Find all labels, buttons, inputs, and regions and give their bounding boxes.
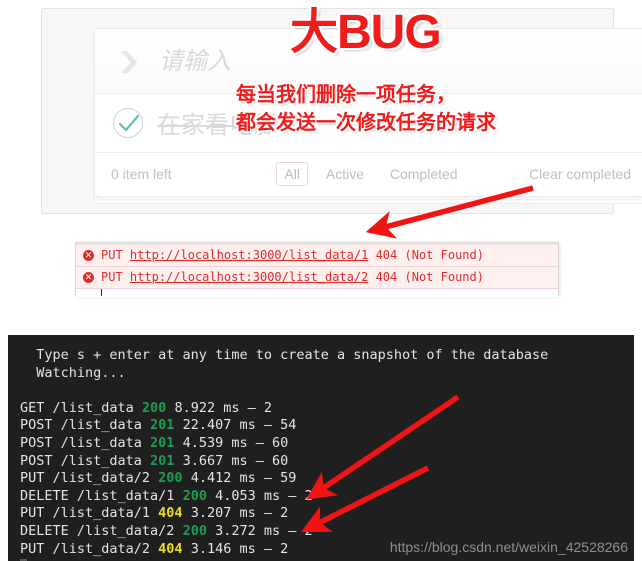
request-method: DELETE /list_data/2 — [20, 522, 183, 539]
todo-footer: 0 item left All Active Completed Clear c… — [95, 153, 642, 195]
devtools-console-panel: ✕ PUT http://localhost:3000/list_data/1 … — [75, 242, 559, 297]
filter-active[interactable]: Active — [315, 162, 375, 186]
request-method: GET /list_data — [20, 399, 142, 416]
request-timing: 22.407 ms – 54 — [174, 417, 297, 434]
request-timing: 4.539 ms – 60 — [174, 434, 289, 451]
text-caret — [101, 289, 102, 296]
watermark: https://blog.csdn.net/weixin_42528266 — [389, 539, 628, 556]
request-status: 404 — [158, 505, 183, 522]
request-status: 201 — [150, 452, 175, 469]
request-status: 200 — [182, 522, 207, 539]
request-method: PUT /list_data/2 — [20, 470, 159, 487]
terminal-header-line: Watching... — [20, 364, 126, 381]
request-timing: 8.922 ms – 2 — [166, 399, 272, 416]
terminal-request-line: GET /list_data 200 8.922 ms – 2 — [20, 400, 634, 418]
request-timing: 4.412 ms – 59 — [182, 470, 297, 487]
request-method: POST /list_data — [20, 417, 151, 434]
error-status-text: (Not Found) — [404, 248, 484, 262]
terminal-header-line: Type s + enter at any time to create a s… — [20, 347, 549, 363]
request-timing: 3.667 ms – 60 — [174, 452, 289, 469]
terminal-output: Type s + enter at any time to create a s… — [8, 335, 634, 561]
request-method: POST /list_data — [20, 434, 151, 451]
chevron-down-icon[interactable]: ❯ — [107, 50, 150, 72]
annotation-title: 大BUG — [290, 6, 442, 59]
filter-all-link[interactable]: All — [276, 162, 308, 186]
terminal-request-line: DELETE /list_data/2 200 3.272 ms – 2 — [20, 523, 634, 541]
terminal-request-line: PUT /list_data/1 404 3.207 ms – 2 — [20, 505, 634, 523]
clear-completed-button[interactable]: Clear completed — [529, 166, 631, 182]
console-error-text: PUT http://localhost:3000/list_data/2 40… — [101, 267, 484, 288]
console-input-line[interactable] — [76, 289, 558, 297]
error-status-text: (Not Found) — [404, 270, 484, 284]
terminal-request-log: GET /list_data 200 8.922 ms – 2 POST /lis… — [20, 400, 634, 558]
terminal-request-line: POST /list_data 201 4.539 ms – 60 — [20, 435, 634, 453]
filter-all[interactable]: All — [273, 162, 311, 186]
error-circle-icon: ✕ — [83, 272, 94, 283]
terminal-panel[interactable]: Type s + enter at any time to create a s… — [8, 335, 634, 561]
filter-completed-link[interactable]: Completed — [382, 162, 466, 186]
console-error-text: PUT http://localhost:3000/list_data/1 40… — [101, 245, 484, 266]
request-timing: 3.207 ms – 2 — [182, 505, 289, 522]
request-status: 200 — [141, 399, 167, 416]
request-timing: 3.272 ms – 2 — [206, 522, 313, 539]
error-method: PUT — [101, 248, 123, 262]
terminal-request-line: POST /list_data 201 22.407 ms – 54 — [20, 417, 634, 435]
annotation-line-2: 都会发送一次修改任务的请求 — [236, 112, 496, 134]
request-method: DELETE /list_data/1 — [20, 487, 183, 504]
filter-completed[interactable]: Completed — [379, 162, 469, 186]
console-error-row[interactable]: ✕ PUT http://localhost:3000/list_data/1 … — [76, 245, 558, 267]
console-error-row[interactable]: ✕ PUT http://localhost:3000/list_data/2 … — [76, 267, 558, 289]
request-status: 200 — [182, 487, 207, 504]
check-icon[interactable] — [113, 108, 143, 138]
request-status: 404 — [158, 540, 183, 557]
error-url[interactable]: http://localhost:3000/list_data/2 — [130, 270, 368, 284]
request-status: 200 — [158, 470, 183, 487]
error-url[interactable]: http://localhost:3000/list_data/1 — [130, 248, 368, 262]
request-method: POST /list_data — [20, 452, 151, 469]
annotation-line-1: 每当我们删除一项任务， — [236, 84, 456, 106]
filter-active-link[interactable]: Active — [318, 162, 372, 186]
request-timing: 3.146 ms – 2 — [182, 540, 289, 557]
error-circle-icon: ✕ — [83, 250, 94, 261]
request-method: PUT /list_data/1 — [20, 505, 159, 522]
request-timing: 4.053 ms – 2 — [206, 487, 313, 504]
error-status: 404 — [375, 248, 398, 262]
request-method: PUT /list_data/2 — [20, 540, 159, 557]
terminal-request-line: DELETE /list_data/1 200 4.053 ms – 2 — [20, 488, 634, 506]
screenshot-stage: ❯ 在家看电影 0 item left — [0, 0, 642, 561]
error-status: 404 — [375, 270, 398, 284]
terminal-request-line: PUT /list_data/2 200 4.412 ms – 59 — [20, 470, 634, 488]
terminal-request-line: POST /list_data 201 3.667 ms – 60 — [20, 453, 634, 471]
request-status: 201 — [150, 417, 175, 434]
request-status: 201 — [150, 434, 175, 451]
error-method: PUT — [101, 270, 123, 284]
